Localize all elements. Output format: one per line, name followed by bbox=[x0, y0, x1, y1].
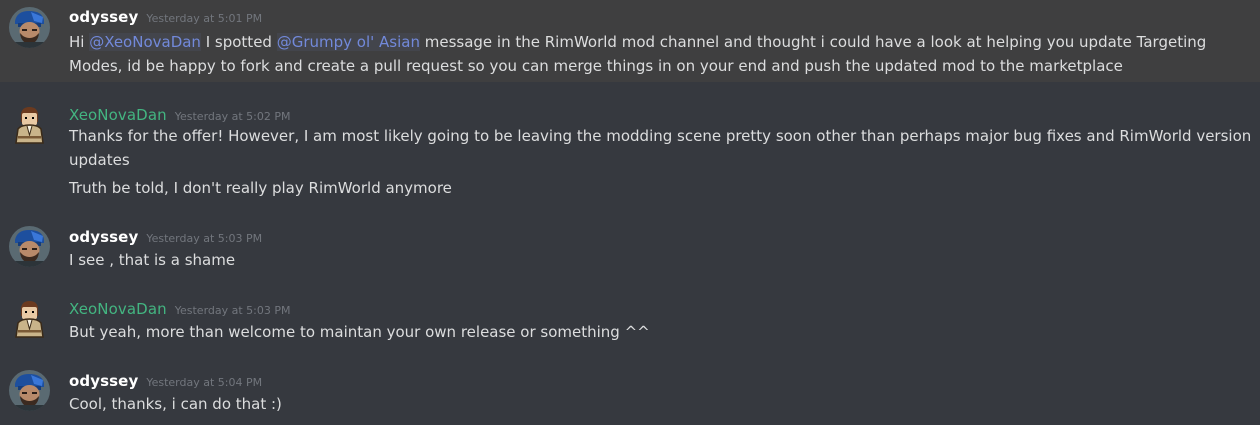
message-header: XeoNovaDan Yesterday at 5:03 PM bbox=[69, 299, 291, 319]
message-group: odyssey Yesterday at 5:03 PM I see , that… bbox=[0, 222, 1260, 276]
message-header: odyssey Yesterday at 5:03 PM bbox=[69, 227, 262, 247]
message-text-segment: I spotted bbox=[200, 33, 277, 51]
message-text: Truth be told, I don't really play RimWo… bbox=[69, 179, 452, 197]
message-group: odyssey Yesterday at 5:04 PM Cool, thanks… bbox=[0, 366, 1260, 425]
avatar[interactable] bbox=[9, 370, 50, 411]
pixel-colonist-avatar-icon bbox=[15, 301, 44, 338]
timestamp[interactable]: Yesterday at 5:02 PM bbox=[175, 110, 291, 123]
username[interactable]: odyssey bbox=[69, 8, 138, 26]
pixel-colonist-avatar-icon bbox=[15, 107, 44, 144]
timestamp[interactable]: Yesterday at 5:04 PM bbox=[146, 376, 262, 389]
message-header: XeoNovaDan Yesterday at 5:02 PM bbox=[69, 105, 291, 125]
message-header: odyssey Yesterday at 5:04 PM bbox=[69, 371, 262, 391]
message-text: I see , that is a shame bbox=[69, 251, 236, 269]
message-group: XeoNovaDan Yesterday at 5:02 PM Thanks fo… bbox=[0, 98, 1260, 204]
bearded-man-avatar-icon bbox=[9, 370, 50, 411]
message-group: XeoNovaDan Yesterday at 5:03 PM But yeah,… bbox=[0, 294, 1260, 348]
avatar[interactable] bbox=[9, 298, 50, 339]
username[interactable]: odyssey bbox=[69, 372, 138, 390]
avatar[interactable] bbox=[9, 7, 50, 48]
timestamp[interactable]: Yesterday at 5:01 PM bbox=[146, 12, 262, 25]
message-text: Cool, thanks, i can do that :) bbox=[69, 395, 282, 413]
message-group: odyssey Yesterday at 5:01 PM Hi @XeoNovaD… bbox=[0, 0, 1260, 82]
user-mention[interactable]: @XeoNovaDan bbox=[89, 33, 201, 51]
timestamp[interactable]: Yesterday at 5:03 PM bbox=[146, 232, 262, 245]
message-text: Modes, id be happy to fork and create a … bbox=[69, 57, 1123, 75]
timestamp[interactable]: Yesterday at 5:03 PM bbox=[175, 304, 291, 317]
avatar[interactable] bbox=[9, 226, 50, 267]
user-mention[interactable]: @Grumpy ol' Asian bbox=[276, 33, 420, 51]
username[interactable]: odyssey bbox=[69, 228, 138, 246]
username[interactable]: XeoNovaDan bbox=[69, 106, 167, 124]
message-text: updates bbox=[69, 151, 130, 169]
username[interactable]: XeoNovaDan bbox=[69, 300, 167, 318]
message-text-segment: message in the RimWorld mod channel and … bbox=[419, 33, 1207, 51]
avatar[interactable] bbox=[9, 104, 50, 145]
message-text: Thanks for the offer! However, I am most… bbox=[69, 127, 1252, 145]
chat-message-list: odyssey Yesterday at 5:01 PM Hi @XeoNovaD… bbox=[0, 0, 1260, 425]
message-text: Hi @XeoNovaDan I spotted @Grumpy ol' Asi… bbox=[69, 30, 1206, 54]
message-text: But yeah, more than welcome to maintan y… bbox=[69, 323, 650, 341]
bearded-man-avatar-icon bbox=[9, 226, 50, 267]
message-header: odyssey Yesterday at 5:01 PM bbox=[69, 7, 262, 27]
bearded-man-avatar-icon bbox=[9, 7, 50, 48]
message-text-segment: Hi bbox=[69, 33, 90, 51]
